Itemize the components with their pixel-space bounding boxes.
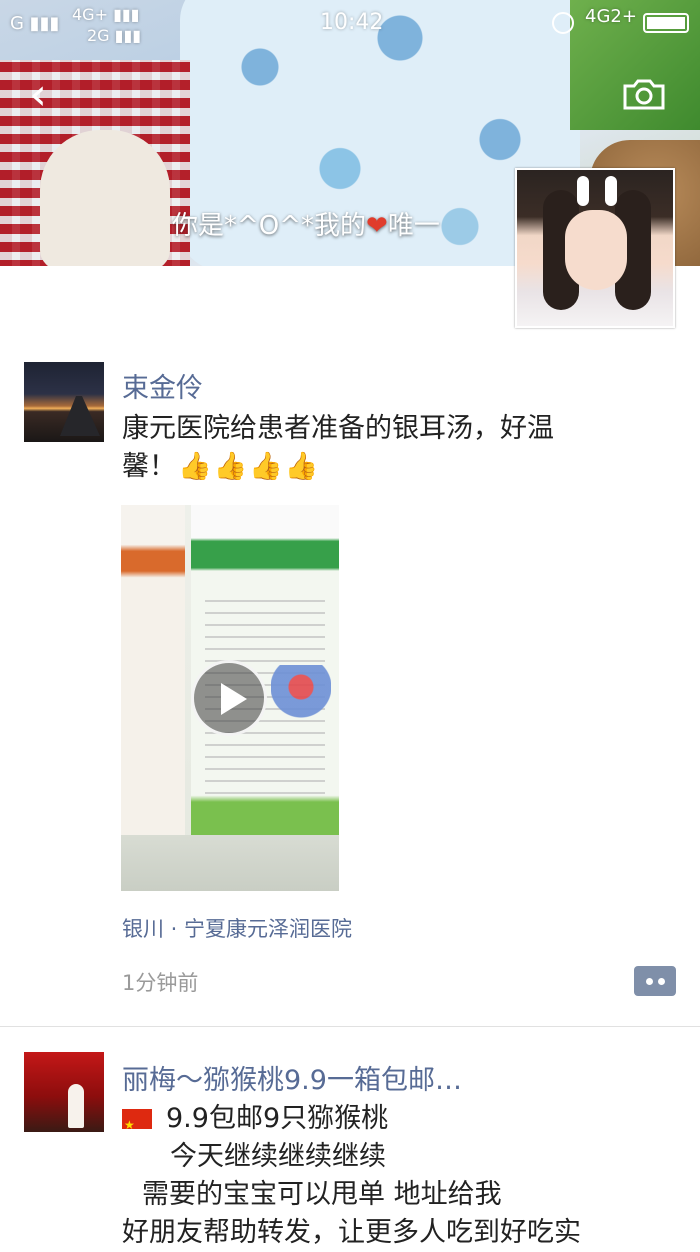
network-secondary: 2G ▮▮▮ (87, 26, 142, 45)
post-text-line: 需要的宝宝可以甩单 地址给我 (142, 1179, 502, 1210)
post-text-line: 康元医院给患者准备的银耳汤，好温 (122, 413, 554, 444)
clock: 10:42 (320, 10, 384, 35)
thumbs-up-icon: 👍 (213, 451, 248, 482)
battery-icon (643, 13, 689, 33)
post-text: 9.9包邮9只猕猴桃 今天继续继续继续 需要的宝宝可以甩单 地址给我 好朋友帮助… (122, 1100, 672, 1252)
post-text-fragment: 馨！ (122, 451, 176, 482)
post-location[interactable]: 银川 · 宁夏康元泽润医院 (122, 913, 352, 943)
post-text-line: 今天继续继续继续 (170, 1141, 386, 1172)
author-avatar[interactable] (24, 1052, 104, 1132)
play-icon[interactable] (191, 660, 267, 736)
video-thumbnail[interactable] (121, 505, 339, 891)
thumbs-up-icon: 👍 (249, 451, 283, 482)
avatar-face (565, 210, 627, 290)
video-floor (121, 835, 339, 891)
comment-icon[interactable] (634, 966, 676, 996)
avatar-plane-wing (60, 396, 100, 436)
post-text-line: 馨！👍👍👍👍 (122, 448, 672, 486)
network-primary: 4G+ ▮▮▮ (72, 5, 140, 24)
post-text-line: 9.9包邮9只猕猴桃 (122, 1100, 672, 1144)
comment-dot (646, 978, 653, 985)
profile-signature: 你是*^O^*我的❤唯一 (172, 211, 440, 241)
camera-icon[interactable] (622, 78, 666, 110)
avatar-person (68, 1084, 84, 1128)
profile-avatar[interactable] (515, 168, 675, 328)
status-bar: G ▮▮▮ 4G+ ▮▮▮ 2G ▮▮▮ 10:42 4G2+ (0, 0, 700, 46)
post-divider (0, 1026, 700, 1027)
network-right: 4G2+ (585, 6, 637, 27)
author-name[interactable]: 丽梅～猕猴桃9.9一箱包邮… (122, 1058, 462, 1097)
cover-teddy (40, 130, 170, 266)
thumbs-up-icon: 👍 (284, 451, 319, 482)
poster-figure (271, 665, 331, 775)
heart-icon: ❤ (366, 211, 388, 241)
back-chevron-icon[interactable]: ‹ (18, 72, 58, 118)
post-text-line: 好朋友帮助转发，让更多人吃到好吃实 (122, 1217, 581, 1248)
post-text: 康元医院给患者准备的银耳汤，好温 馨！👍👍👍👍 (122, 410, 672, 486)
post-timestamp: 1分钟前 (122, 971, 199, 995)
post-text-fragment: 9.9包邮9只猕猴桃 (166, 1103, 389, 1134)
poster-left (121, 505, 185, 835)
author-name[interactable]: 束金伶 (122, 366, 203, 405)
author-avatar[interactable] (24, 362, 104, 442)
comment-dot (658, 978, 665, 985)
carrier-signal: G ▮▮▮ (10, 13, 60, 34)
thumbs-up-icon: 👍 (178, 451, 212, 482)
china-flag-icon (122, 1106, 152, 1144)
bunny-ear-right (605, 176, 617, 206)
bunny-ear-left (577, 176, 589, 206)
alarm-icon (552, 12, 574, 34)
